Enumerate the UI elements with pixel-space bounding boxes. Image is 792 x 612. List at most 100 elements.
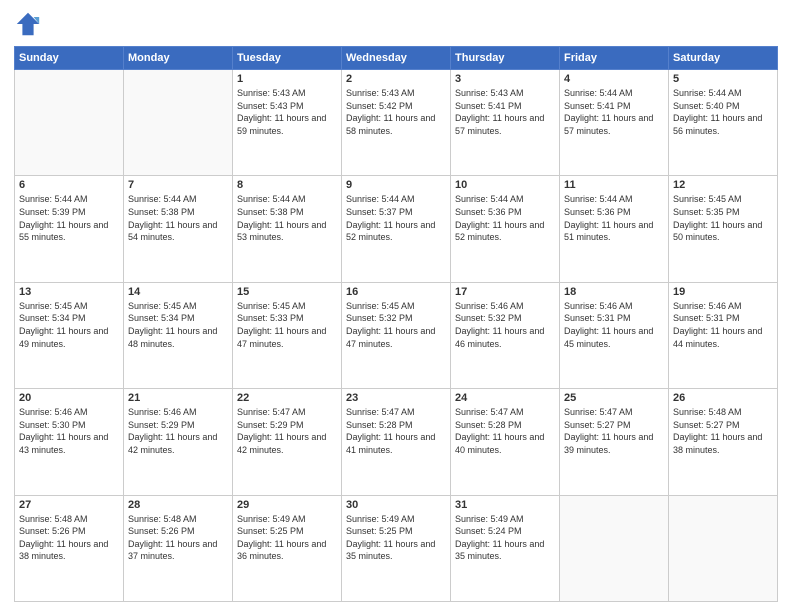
calendar-cell: 17 Sunrise: 5:46 AM Sunset: 5:32 PM Dayli… (451, 282, 560, 388)
calendar-cell (669, 495, 778, 601)
day-number: 13 (19, 286, 119, 298)
calendar-cell: 15 Sunrise: 5:45 AM Sunset: 5:33 PM Dayli… (233, 282, 342, 388)
calendar-header-saturday: Saturday (669, 47, 778, 70)
day-number: 5 (673, 73, 773, 85)
day-number: 25 (564, 392, 664, 404)
calendar-cell: 16 Sunrise: 5:45 AM Sunset: 5:32 PM Dayli… (342, 282, 451, 388)
day-info: Sunrise: 5:43 AM Sunset: 5:43 PM Dayligh… (237, 87, 337, 137)
logo-icon (14, 10, 42, 38)
day-number: 21 (128, 392, 228, 404)
day-info: Sunrise: 5:43 AM Sunset: 5:42 PM Dayligh… (346, 87, 446, 137)
calendar-cell: 10 Sunrise: 5:44 AM Sunset: 5:36 PM Dayli… (451, 176, 560, 282)
day-number: 23 (346, 392, 446, 404)
day-number: 4 (564, 73, 664, 85)
header (14, 10, 778, 38)
day-number: 2 (346, 73, 446, 85)
day-number: 11 (564, 179, 664, 191)
day-info: Sunrise: 5:48 AM Sunset: 5:26 PM Dayligh… (19, 513, 119, 563)
day-number: 26 (673, 392, 773, 404)
day-info: Sunrise: 5:47 AM Sunset: 5:28 PM Dayligh… (455, 406, 555, 456)
day-info: Sunrise: 5:44 AM Sunset: 5:38 PM Dayligh… (237, 193, 337, 243)
day-info: Sunrise: 5:44 AM Sunset: 5:40 PM Dayligh… (673, 87, 773, 137)
day-info: Sunrise: 5:45 AM Sunset: 5:34 PM Dayligh… (128, 300, 228, 350)
calendar-cell: 27 Sunrise: 5:48 AM Sunset: 5:26 PM Dayli… (15, 495, 124, 601)
calendar-cell: 20 Sunrise: 5:46 AM Sunset: 5:30 PM Dayli… (15, 389, 124, 495)
calendar-week-row: 1 Sunrise: 5:43 AM Sunset: 5:43 PM Daylig… (15, 70, 778, 176)
calendar-cell: 8 Sunrise: 5:44 AM Sunset: 5:38 PM Daylig… (233, 176, 342, 282)
calendar-cell: 7Sunrise: 5:44 AM Sunset: 5:38 PM Daylig… (124, 176, 233, 282)
day-number: 19 (673, 286, 773, 298)
calendar-cell: 1 Sunrise: 5:43 AM Sunset: 5:43 PM Daylig… (233, 70, 342, 176)
day-number: 12 (673, 179, 773, 191)
day-number: 9 (346, 179, 446, 191)
calendar-cell: 26 Sunrise: 5:48 AM Sunset: 5:27 PM Dayli… (669, 389, 778, 495)
calendar-cell: 11 Sunrise: 5:44 AM Sunset: 5:36 PM Dayli… (560, 176, 669, 282)
calendar-cell: 6 Sunrise: 5:44 AM Sunset: 5:39 PM Daylig… (15, 176, 124, 282)
calendar-cell: 24 Sunrise: 5:47 AM Sunset: 5:28 PM Dayli… (451, 389, 560, 495)
calendar-cell: 12 Sunrise: 5:45 AM Sunset: 5:35 PM Dayli… (669, 176, 778, 282)
calendar-cell (15, 70, 124, 176)
day-info: Sunrise: 5:46 AM Sunset: 5:29 PM Dayligh… (128, 406, 228, 456)
day-info: Sunrise: 5:46 AM Sunset: 5:31 PM Dayligh… (673, 300, 773, 350)
calendar-header-thursday: Thursday (451, 47, 560, 70)
day-info: Sunrise: 5:45 AM Sunset: 5:32 PM Dayligh… (346, 300, 446, 350)
day-number: 7 (128, 179, 228, 191)
day-number: 10 (455, 179, 555, 191)
calendar-week-row: 13 Sunrise: 5:45 AM Sunset: 5:34 PM Dayli… (15, 282, 778, 388)
day-info: Sunrise: 5:46 AM Sunset: 5:30 PM Dayligh… (19, 406, 119, 456)
day-number: 17 (455, 286, 555, 298)
day-info: Sunrise: 5:47 AM Sunset: 5:29 PM Dayligh… (237, 406, 337, 456)
calendar-header-sunday: Sunday (15, 47, 124, 70)
day-number: 20 (19, 392, 119, 404)
day-number: 22 (237, 392, 337, 404)
day-info: Sunrise: 5:43 AM Sunset: 5:41 PM Dayligh… (455, 87, 555, 137)
day-number: 24 (455, 392, 555, 404)
calendar-cell: 3 Sunrise: 5:43 AM Sunset: 5:41 PM Daylig… (451, 70, 560, 176)
day-info: Sunrise: 5:44 AM Sunset: 5:37 PM Dayligh… (346, 193, 446, 243)
day-number: 1 (237, 73, 337, 85)
calendar-header-wednesday: Wednesday (342, 47, 451, 70)
day-info: Sunrise: 5:45 AM Sunset: 5:34 PM Dayligh… (19, 300, 119, 350)
day-info: Sunrise: 5:44 AM Sunset: 5:36 PM Dayligh… (564, 193, 664, 243)
day-number: 18 (564, 286, 664, 298)
day-number: 16 (346, 286, 446, 298)
day-info: Sunrise: 5:49 AM Sunset: 5:24 PM Dayligh… (455, 513, 555, 563)
day-number: 6 (19, 179, 119, 191)
day-number: 8 (237, 179, 337, 191)
day-number: 31 (455, 499, 555, 511)
calendar-table: SundayMondayTuesdayWednesdayThursdayFrid… (14, 46, 778, 602)
calendar-cell: 29Sunrise: 5:49 AM Sunset: 5:25 PM Dayli… (233, 495, 342, 601)
calendar-cell: 22 Sunrise: 5:47 AM Sunset: 5:29 PM Dayli… (233, 389, 342, 495)
calendar-cell: 19 Sunrise: 5:46 AM Sunset: 5:31 PM Dayli… (669, 282, 778, 388)
day-info: Sunrise: 5:46 AM Sunset: 5:31 PM Dayligh… (564, 300, 664, 350)
calendar-cell: 14Sunrise: 5:45 AM Sunset: 5:34 PM Dayli… (124, 282, 233, 388)
day-info: Sunrise: 5:47 AM Sunset: 5:28 PM Dayligh… (346, 406, 446, 456)
day-info: Sunrise: 5:49 AM Sunset: 5:25 PM Dayligh… (346, 513, 446, 563)
day-info: Sunrise: 5:44 AM Sunset: 5:39 PM Dayligh… (19, 193, 119, 243)
calendar-cell: 2 Sunrise: 5:43 AM Sunset: 5:42 PM Daylig… (342, 70, 451, 176)
day-info: Sunrise: 5:48 AM Sunset: 5:26 PM Dayligh… (128, 513, 228, 563)
logo (14, 10, 46, 38)
calendar-cell: 23 Sunrise: 5:47 AM Sunset: 5:28 PM Dayli… (342, 389, 451, 495)
day-number: 28 (128, 499, 228, 511)
day-info: Sunrise: 5:47 AM Sunset: 5:27 PM Dayligh… (564, 406, 664, 456)
calendar-header-tuesday: Tuesday (233, 47, 342, 70)
calendar-cell: 4Sunrise: 5:44 AM Sunset: 5:41 PM Daylig… (560, 70, 669, 176)
day-info: Sunrise: 5:46 AM Sunset: 5:32 PM Dayligh… (455, 300, 555, 350)
calendar-cell (560, 495, 669, 601)
calendar-week-row: 20 Sunrise: 5:46 AM Sunset: 5:30 PM Dayli… (15, 389, 778, 495)
day-info: Sunrise: 5:48 AM Sunset: 5:27 PM Dayligh… (673, 406, 773, 456)
calendar-cell: 28 Sunrise: 5:48 AM Sunset: 5:26 PM Dayli… (124, 495, 233, 601)
calendar-cell: 9 Sunrise: 5:44 AM Sunset: 5:37 PM Daylig… (342, 176, 451, 282)
day-info: Sunrise: 5:44 AM Sunset: 5:36 PM Dayligh… (455, 193, 555, 243)
day-number: 27 (19, 499, 119, 511)
day-info: Sunrise: 5:45 AM Sunset: 5:33 PM Dayligh… (237, 300, 337, 350)
day-number: 15 (237, 286, 337, 298)
calendar-cell (124, 70, 233, 176)
calendar-header-monday: Monday (124, 47, 233, 70)
day-info: Sunrise: 5:45 AM Sunset: 5:35 PM Dayligh… (673, 193, 773, 243)
calendar-cell: 25 Sunrise: 5:47 AM Sunset: 5:27 PM Dayli… (560, 389, 669, 495)
calendar-header-row: SundayMondayTuesdayWednesdayThursdayFrid… (15, 47, 778, 70)
calendar-week-row: 6 Sunrise: 5:44 AM Sunset: 5:39 PM Daylig… (15, 176, 778, 282)
day-number: 3 (455, 73, 555, 85)
